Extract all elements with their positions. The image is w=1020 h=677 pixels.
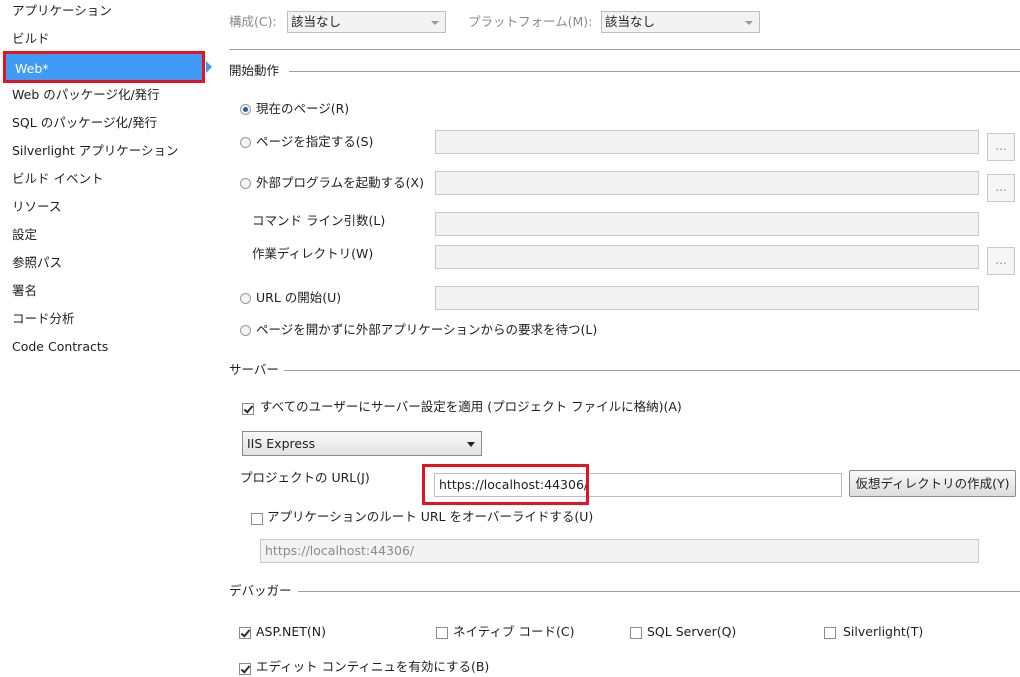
sidebar-item-settings[interactable]: 設定	[12, 224, 37, 246]
override-root-label: アプリケーションのルート URL をオーバーライドする(U)	[267, 509, 594, 524]
selection-arrow-icon	[206, 61, 212, 73]
sql-label: SQL Server(Q)	[647, 624, 737, 639]
debuggers-title: デバッガー	[229, 583, 292, 598]
override-root-checkbox[interactable]	[251, 513, 263, 525]
aspnet-checkbox[interactable]	[239, 627, 251, 639]
silverlight-checkbox[interactable]	[824, 627, 836, 639]
config-label: 構成(C):	[229, 14, 277, 29]
specific-page-browse-button[interactable]: ...	[987, 133, 1015, 161]
apply-all-checkbox[interactable]	[242, 403, 254, 415]
start-url-input[interactable]	[435, 286, 979, 310]
sidebar-item-web[interactable]: Web*	[3, 51, 205, 83]
sidebar-item-reference-paths[interactable]: 参照パス	[12, 252, 62, 274]
project-url-label: プロジェクトの URL(J)	[240, 470, 370, 485]
create-virtual-directory-button[interactable]: 仮想ディレクトリの作成(Y)	[849, 470, 1016, 497]
config-select[interactable]: 該当なし	[287, 11, 446, 33]
sidebar-item-sql-package[interactable]: SQL のパッケージ化/発行	[12, 112, 157, 134]
chevron-down-icon	[467, 442, 475, 447]
working-dir-input[interactable]	[435, 245, 979, 269]
wait-request-label: ページを開かずに外部アプリケーションからの要求を待つ(L)	[256, 322, 598, 337]
silverlight-label: Silverlight(T)	[843, 624, 924, 639]
working-dir-label: 作業ディレクトリ(W)	[252, 246, 374, 261]
sidebar-item-web-label: Web*	[15, 61, 49, 76]
project-url-highlight	[422, 464, 589, 505]
sidebar-item-build-events[interactable]: ビルド イベント	[12, 168, 103, 190]
override-url-value: https://localhost:44306/	[265, 543, 415, 558]
sidebar-item-code-analysis[interactable]: コード分析	[12, 308, 75, 330]
native-label: ネイティブ コード(C)	[453, 624, 575, 639]
external-program-radio[interactable]	[240, 178, 251, 189]
sidebar-item-silverlight[interactable]: Silverlight アプリケーション	[12, 140, 179, 162]
platform-value: 該当なし	[605, 14, 656, 29]
aspnet-label: ASP.NET(N)	[256, 624, 327, 639]
servers-divider	[284, 370, 1020, 371]
external-program-label: 外部プログラムを起動する(X)	[256, 175, 424, 190]
chevron-down-icon	[431, 21, 439, 25]
working-dir-browse-button[interactable]: ...	[987, 247, 1015, 275]
command-args-label: コマンド ライン引数(L)	[252, 213, 386, 228]
top-divider	[229, 49, 1020, 50]
wait-request-radio[interactable]	[240, 325, 251, 336]
override-url-input[interactable]: https://localhost:44306/	[260, 539, 979, 563]
edit-continue-checkbox[interactable]	[239, 663, 251, 675]
sidebar-item-signing[interactable]: 署名	[12, 280, 37, 302]
sql-checkbox[interactable]	[630, 627, 642, 639]
start-action-title: 開始動作	[229, 63, 280, 78]
chevron-down-icon	[745, 21, 753, 25]
native-checkbox[interactable]	[436, 627, 448, 639]
sidebar-item-code-contracts[interactable]: Code Contracts	[12, 336, 108, 358]
external-program-browse-button[interactable]: ...	[987, 174, 1015, 202]
servers-title: サーバー	[229, 362, 279, 377]
edit-continue-label: エディット コンティニュを有効にする(B)	[256, 659, 490, 674]
sidebar-item-resources[interactable]: リソース	[12, 196, 61, 218]
specific-page-label: ページを指定する(S)	[256, 134, 374, 149]
specific-page-radio[interactable]	[240, 137, 251, 148]
sidebar-item-application[interactable]: アプリケーション	[12, 0, 112, 22]
start-action-divider	[289, 71, 1020, 72]
debuggers-divider	[298, 591, 1020, 592]
current-page-radio[interactable]	[240, 104, 251, 115]
platform-select[interactable]: 該当なし	[601, 11, 760, 33]
apply-all-label: すべてのユーザーにサーバー設定を適用 (プロジェクト ファイルに格納)(A)	[260, 399, 682, 414]
specific-page-input[interactable]	[435, 130, 979, 154]
external-program-input[interactable]	[435, 171, 979, 195]
sidebar: アプリケーション ビルド Web* Web のパッケージ化/発行 SQL のパッ…	[0, 0, 210, 677]
sidebar-item-build[interactable]: ビルド	[12, 28, 50, 50]
platform-label: プラットフォーム(M):	[468, 14, 593, 29]
current-page-label: 現在のページ(R)	[256, 101, 350, 116]
server-type-value: IIS Express	[247, 436, 316, 451]
server-type-select[interactable]: IIS Express	[242, 431, 482, 456]
start-url-label: URL の開始(U)	[256, 290, 342, 305]
sidebar-item-web-package[interactable]: Web のパッケージ化/発行	[12, 84, 160, 106]
start-url-radio[interactable]	[240, 293, 251, 304]
config-value: 該当なし	[291, 14, 342, 29]
command-args-input[interactable]	[435, 212, 979, 236]
